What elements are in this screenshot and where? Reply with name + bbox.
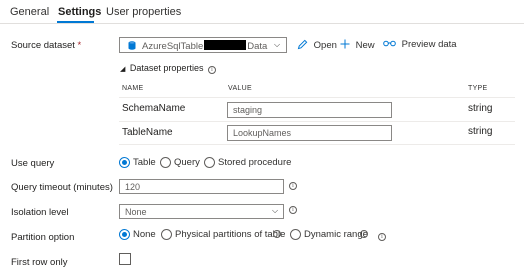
partition-option-label: Partition option xyxy=(11,232,75,243)
isolation-level-dropdown[interactable]: None ⌵ xyxy=(119,204,284,219)
info-icon[interactable]: i xyxy=(289,182,297,190)
property-type: string xyxy=(468,126,493,137)
radio-dynamic-range[interactable] xyxy=(290,229,301,240)
pencil-icon xyxy=(297,39,308,50)
info-icon[interactable]: i xyxy=(360,230,368,238)
first-row-only-label: First row only xyxy=(11,257,68,268)
active-tab-indicator xyxy=(57,21,94,23)
divider xyxy=(119,144,515,145)
radio-table[interactable] xyxy=(119,157,130,168)
radio-dynamic-range-label: Dynamic range xyxy=(304,229,368,240)
property-value-input[interactable]: staging xyxy=(227,102,392,118)
database-icon xyxy=(128,41,136,50)
radio-partition-none[interactable] xyxy=(119,229,130,240)
isolation-level-label: Isolation level xyxy=(11,207,69,218)
tab-general[interactable]: General xyxy=(10,6,49,18)
column-header-name: NAME xyxy=(122,85,144,92)
dataset-properties-title: Dataset properties xyxy=(129,63,204,73)
chevron-down-icon: ⌵ xyxy=(274,40,281,49)
collapse-triangle-icon: ◢ xyxy=(120,66,126,73)
radio-partition-none-label: None xyxy=(133,229,156,240)
info-icon[interactable]: i xyxy=(378,233,386,241)
source-dataset-label: Source dataset * xyxy=(11,40,82,51)
first-row-only-checkbox[interactable] xyxy=(119,253,131,265)
column-header-type: TYPE xyxy=(468,85,488,92)
info-icon[interactable]: i xyxy=(289,206,297,214)
divider xyxy=(119,97,515,98)
source-dataset-dropdown[interactable]: AzureSqlTable Data ⌵ xyxy=(119,37,287,53)
radio-query[interactable] xyxy=(160,157,171,168)
radio-table-label: Table xyxy=(133,157,156,168)
tab-user-properties[interactable]: User properties xyxy=(106,6,181,18)
open-dataset-button[interactable]: Open xyxy=(297,39,337,51)
radio-query-label: Query xyxy=(174,157,200,168)
redacted-block xyxy=(204,40,247,50)
isolation-level-value: None xyxy=(125,207,147,217)
preview-data-button[interactable]: Preview data xyxy=(383,39,457,50)
column-header-value: VALUE xyxy=(228,85,252,92)
use-query-label: Use query xyxy=(11,158,55,169)
info-icon[interactable]: i xyxy=(207,66,216,74)
tab-bar: General Settings User properties xyxy=(0,0,524,24)
query-timeout-input[interactable]: 120 xyxy=(119,179,284,194)
tab-settings[interactable]: Settings xyxy=(58,6,101,18)
radio-physical-partitions-label: Physical partitions of table xyxy=(175,229,286,240)
radio-stored-procedure-label: Stored procedure xyxy=(218,157,292,168)
property-value-input[interactable]: LookupNames xyxy=(227,125,392,141)
required-mark: * xyxy=(77,40,82,51)
property-name: SchemaName xyxy=(122,103,186,114)
info-icon[interactable]: i xyxy=(273,230,281,238)
query-timeout-label: Query timeout (minutes) xyxy=(11,182,113,193)
property-type: string xyxy=(468,103,493,114)
property-name: TableName xyxy=(122,127,173,138)
glasses-icon xyxy=(383,40,396,47)
chevron-down-icon: ⌵ xyxy=(272,206,279,215)
new-dataset-button[interactable]: New xyxy=(340,39,375,51)
dataset-properties-toggle[interactable]: ◢ Dataset properties i xyxy=(120,63,216,74)
plus-icon xyxy=(340,39,350,49)
divider xyxy=(119,121,515,122)
source-dataset-value: AzureSqlTable Data xyxy=(142,40,268,52)
radio-physical-partitions[interactable] xyxy=(161,229,172,240)
radio-stored-procedure[interactable] xyxy=(204,157,215,168)
